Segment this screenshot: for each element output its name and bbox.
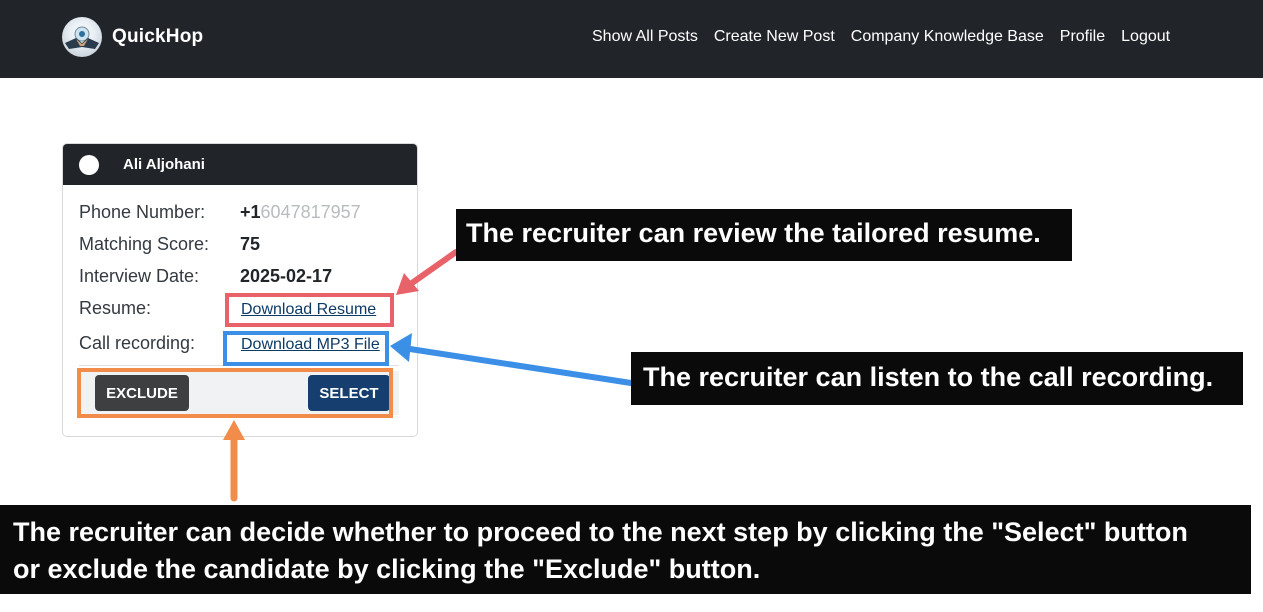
blue-arrow-icon xyxy=(390,333,634,386)
resume-callout: The recruiter can review the tailored re… xyxy=(456,209,1072,261)
red-arrow-icon xyxy=(396,249,459,295)
decision-callout: The recruiter can decide whether to proc… xyxy=(0,505,1251,594)
recording-callout: The recruiter can listen to the call rec… xyxy=(631,352,1243,405)
decision-callout-line-2: or exclude the candidate by clicking the… xyxy=(13,554,761,584)
orange-arrow-icon xyxy=(223,420,245,502)
decision-callout-line-1: The recruiter can decide whether to proc… xyxy=(13,517,1188,547)
